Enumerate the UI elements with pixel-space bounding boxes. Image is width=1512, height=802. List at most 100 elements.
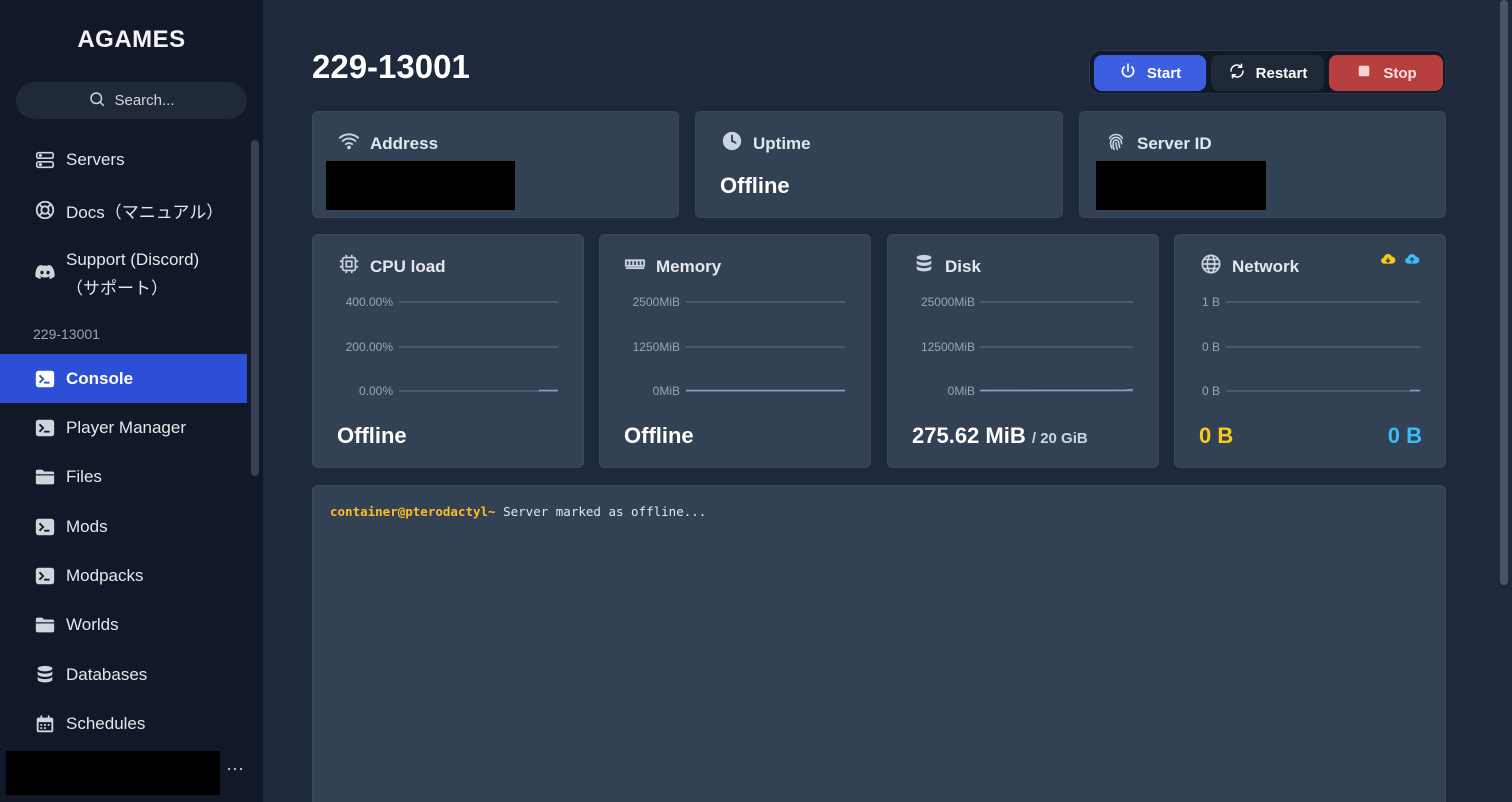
sidebar-item-label: Modpacks [66, 566, 144, 585]
sidebar-item-servers[interactable]: Servers [0, 142, 247, 178]
more-options-button[interactable]: ··· [226, 758, 244, 779]
database-icon [913, 253, 935, 280]
memory-chart: 2500MiB 1250MiB 0MiB [600, 293, 870, 403]
network-header: Network [1200, 253, 1299, 280]
sidebar-section-label: 229-13001 [33, 326, 100, 342]
stop-label: Stop [1383, 64, 1417, 82]
cpu-card: CPU load 400.00% 200.00% 0.00% Offline [312, 234, 584, 468]
address-card: Address [312, 111, 679, 218]
terminal-icon [34, 565, 56, 587]
sidebar-scrollbar[interactable] [251, 140, 259, 476]
server-id-header: Server ID [1105, 130, 1212, 157]
brand-logo[interactable]: AGAMES [0, 26, 263, 54]
restart-button[interactable]: Restart [1211, 55, 1324, 91]
sidebar-item-modpacks[interactable]: Modpacks [0, 558, 247, 594]
sidebar-item-label: Docs（マニュアル） [66, 202, 224, 222]
cloud-download-icon [1380, 251, 1396, 267]
sidebar-item-label: Servers [66, 150, 125, 169]
disk-label: Disk [945, 256, 981, 276]
cpu-tick-label: 400.00% [346, 295, 394, 309]
terminal-icon [34, 417, 56, 439]
start-button[interactable]: Start [1094, 55, 1206, 91]
cpu-chart: 400.00% 200.00% 0.00% [313, 293, 583, 403]
calendar-icon [34, 713, 56, 735]
sidebar-item-console[interactable]: Console [0, 354, 247, 403]
server-icon [34, 149, 56, 171]
server-id-value-redacted[interactable] [1096, 161, 1266, 210]
uptime-card: Uptime Offline [695, 111, 1063, 218]
network-tick-label: 0 B [1202, 384, 1220, 398]
cpu-label: CPU load [370, 256, 446, 276]
sidebar: AGAMES Search... Servers Docs（マニュアル） Sup… [0, 0, 263, 802]
console-line: container@pterodactyl~ Server marked as … [330, 504, 706, 519]
address-value-redacted[interactable] [326, 161, 515, 210]
cpu-tick-label: 200.00% [346, 340, 394, 354]
cpu-header: CPU load [338, 253, 446, 280]
cpu-icon [338, 253, 360, 280]
restart-label: Restart [1255, 64, 1308, 82]
sidebar-item-schedules[interactable]: Schedules [0, 706, 247, 742]
network-card: Network 1 B 0 B 0 B 0 B 0 B [1174, 234, 1446, 468]
terminal-icon [34, 516, 56, 538]
discord-icon [33, 260, 57, 284]
page-title: 229-13001 [312, 48, 470, 85]
uptime-label: Uptime [753, 133, 811, 153]
sidebar-item-label: Worlds [66, 615, 119, 634]
memory-icon [624, 253, 646, 280]
sidebar-item-player-manager[interactable]: Player Manager [0, 410, 247, 446]
power-icon [1119, 62, 1137, 84]
sidebar-item-worlds[interactable]: Worlds [0, 607, 247, 643]
search-icon [88, 90, 106, 112]
page-scrollbar[interactable] [1500, 0, 1508, 585]
sidebar-item-label-secondary: （サポート） [66, 279, 168, 298]
sidebar-item-mods[interactable]: Mods [0, 509, 247, 545]
uptime-header: Uptime [721, 130, 811, 157]
sidebar-item-label: Databases [66, 665, 148, 684]
disk-header: Disk [913, 253, 981, 280]
folder-icon [34, 466, 56, 488]
console-output[interactable]: container@pterodactyl~ Server marked as … [312, 485, 1446, 802]
sidebar-item-docs[interactable]: Docs（マニュアル） [0, 192, 247, 228]
network-inbound-value: 0 B [1199, 423, 1234, 448]
sidebar-item-support[interactable]: Support (Discord) （サポート） [0, 248, 247, 298]
search-input[interactable]: Search... [16, 82, 247, 119]
stop-button[interactable]: Stop [1329, 55, 1443, 91]
sidebar-item-databases[interactable]: Databases [0, 657, 247, 693]
network-chart: 1 B 0 B 0 B [1175, 293, 1445, 403]
network-label: Network [1232, 256, 1300, 276]
memory-label: Memory [656, 256, 722, 276]
sidebar-item-label: Files [66, 467, 102, 486]
sidebar-item-label: Console [66, 368, 134, 388]
clock-icon [721, 130, 743, 157]
disk-tick-label: 12500MiB [921, 340, 975, 354]
terminal-icon [34, 368, 56, 390]
server-id-label: Server ID [1137, 133, 1212, 153]
disk-tick-label: 25000MiB [921, 295, 975, 309]
fingerprint-icon [1105, 130, 1127, 157]
disk-used: 275.62 MiB [912, 423, 1026, 448]
memory-card: Memory 2500MiB 1250MiB 0MiB Offline [599, 234, 871, 468]
address-label: Address [370, 133, 439, 153]
memory-header: Memory [624, 253, 721, 280]
memory-value: Offline [624, 423, 694, 448]
disk-chart: 25000MiB 12500MiB 0MiB [888, 293, 1158, 403]
network-tick-label: 1 B [1202, 295, 1220, 309]
disk-series-line [979, 388, 1134, 392]
network-outbound-value: 0 B [1387, 423, 1422, 448]
refresh-icon [1228, 62, 1246, 84]
folder-icon [34, 614, 56, 636]
address-header: Address [338, 130, 438, 157]
user-account-redacted[interactable] [6, 751, 220, 795]
sidebar-item-label: Schedules [66, 714, 146, 733]
disk-value: 275.62 MiB / 20 GiB [912, 423, 1088, 449]
power-controls: Start Restart Stop [1089, 50, 1446, 94]
disk-tick-label: 0MiB [948, 384, 975, 398]
sidebar-item-files[interactable]: Files [0, 459, 247, 495]
disk-card: Disk 25000MiB 12500MiB 0MiB 275.62 MiB /… [887, 234, 1159, 468]
server-id-card: Server ID [1079, 111, 1446, 218]
memory-tick-label: 2500MiB [633, 295, 680, 309]
sidebar-item-label: Support (Discord) [66, 250, 200, 269]
stop-icon [1355, 62, 1373, 84]
lifebuoy-icon [34, 199, 56, 221]
database-icon [34, 664, 56, 686]
